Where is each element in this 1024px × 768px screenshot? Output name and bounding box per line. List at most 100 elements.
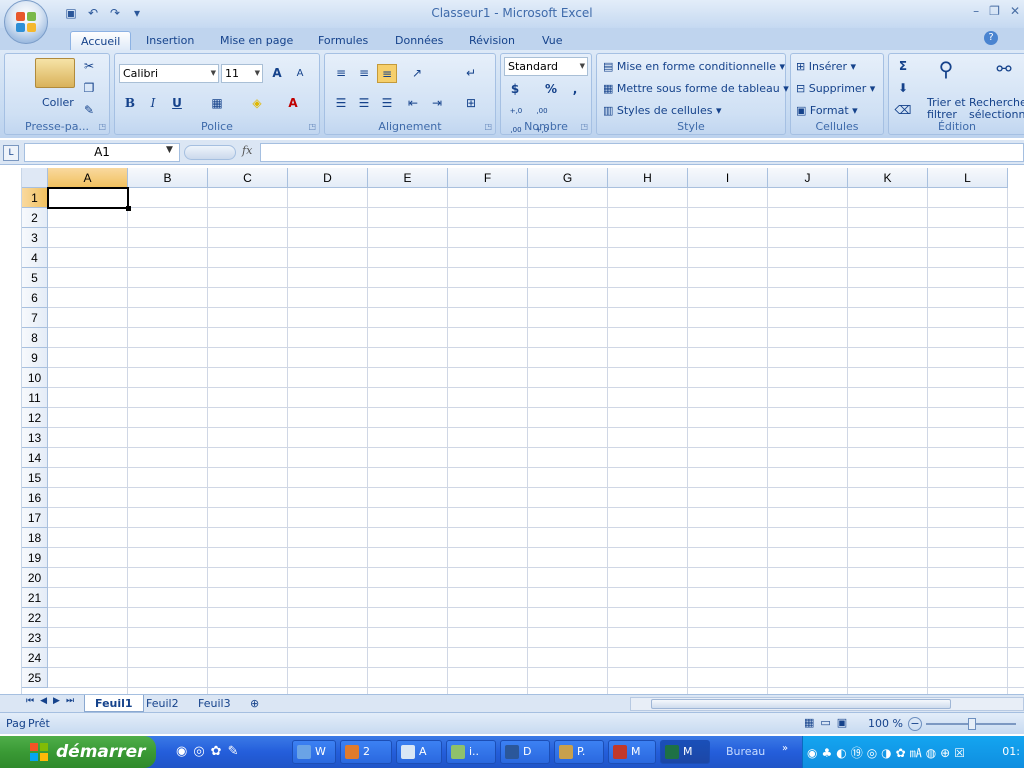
row-header-12[interactable]: 12 <box>22 408 48 428</box>
zoom-out-icon[interactable]: − <box>908 717 922 731</box>
undo-icon[interactable]: ↶ <box>84 4 102 22</box>
column-header-c[interactable]: C <box>208 168 288 188</box>
paste-icon[interactable] <box>35 58 75 88</box>
column-header-e[interactable]: E <box>368 168 448 188</box>
number-format-select[interactable]: Standard ▼ <box>504 57 588 76</box>
tab-insertion[interactable]: Insertion <box>136 31 204 50</box>
formula-expand-handle[interactable] <box>184 145 236 160</box>
align-bottom-icon[interactable]: ≡ <box>377 64 397 83</box>
row-header-6[interactable]: 6 <box>22 288 48 308</box>
row-header-10[interactable]: 10 <box>22 368 48 388</box>
tab-donnees[interactable]: Données <box>385 31 453 50</box>
taskbar-item-5[interactable]: D <box>500 740 550 764</box>
tab-accueil[interactable]: Accueil <box>70 31 132 50</box>
format-painter-icon[interactable]: ✎ <box>79 101 99 120</box>
shrink-font-button[interactable]: A <box>290 64 310 83</box>
start-button[interactable]: démarrer <box>0 736 156 768</box>
column-header-j[interactable]: J <box>768 168 848 188</box>
sheet-tab-feuil1[interactable]: Feuil1 <box>84 695 144 712</box>
formula-input[interactable] <box>260 143 1024 162</box>
cell-area[interactable] <box>48 188 1024 694</box>
row-header-14[interactable]: 14 <box>22 448 48 468</box>
autosum-button[interactable]: Σ <box>893 57 913 76</box>
font-name-select[interactable]: Calibri ▼ <box>119 64 219 83</box>
insert-function-button[interactable]: fx <box>242 144 252 157</box>
desktop-toolbar-label[interactable]: Bureau <box>726 745 765 758</box>
restore-icon[interactable]: ❐ <box>989 4 1000 18</box>
align-middle-icon[interactable]: ≡ <box>354 64 374 83</box>
column-header-b[interactable]: B <box>128 168 208 188</box>
row-header-23[interactable]: 23 <box>22 628 48 648</box>
taskbar-item-2[interactable]: 2 <box>340 740 392 764</box>
office-button[interactable] <box>4 0 48 44</box>
name-box[interactable]: A1 <box>24 143 180 162</box>
align-right-icon[interactable]: ☰ <box>377 94 397 113</box>
font-size-select[interactable]: 11 ▼ <box>221 64 263 83</box>
row-header-24[interactable]: 24 <box>22 648 48 668</box>
column-header-k[interactable]: K <box>848 168 928 188</box>
taskbar-item-3[interactable]: A <box>396 740 442 764</box>
taskbar-item-1[interactable]: W <box>292 740 336 764</box>
close-icon[interactable]: ✕ <box>1010 4 1020 18</box>
row-header-21[interactable]: 21 <box>22 588 48 608</box>
cell-styles-button[interactable]: ▥ Styles de cellules ▾ <box>603 104 721 117</box>
underline-button[interactable]: U <box>167 94 187 113</box>
tab-formules[interactable]: Formules <box>308 31 378 50</box>
grow-font-button[interactable]: A <box>267 64 287 83</box>
row-header-7[interactable]: 7 <box>22 308 48 328</box>
borders-icon[interactable]: ▦ <box>207 94 227 113</box>
column-header-i[interactable]: I <box>688 168 768 188</box>
increase-indent-icon[interactable]: ⇥ <box>427 94 447 113</box>
cut-icon[interactable]: ✂ <box>79 57 99 76</box>
align-center-icon[interactable]: ☰ <box>354 94 374 113</box>
launcher-icon[interactable]: ◳ <box>98 122 106 131</box>
quick-launch-icons[interactable]: ◉◎✿✎ <box>176 744 244 759</box>
wrap-text-icon[interactable]: ↵ <box>461 64 481 83</box>
minimize-icon[interactable]: – <box>973 4 979 18</box>
tray-icons[interactable]: ◉♣◐⑲◎◑✿㎃◍⊕☒ <box>807 744 969 761</box>
copy-icon[interactable]: ❐ <box>79 79 99 98</box>
align-left-icon[interactable]: ☰ <box>331 94 351 113</box>
sheet-tab-feuil3[interactable]: Feuil3 <box>188 695 241 712</box>
taskbar-item-7[interactable]: M <box>608 740 656 764</box>
format-cells-button[interactable]: ▣ Format ▾ <box>796 104 858 117</box>
row-header-22[interactable]: 22 <box>22 608 48 628</box>
sheet-nav-arrows-icon[interactable]: ⏮◀▶⏭ <box>26 696 80 706</box>
row-header-4[interactable]: 4 <box>22 248 48 268</box>
comma-button[interactable]: , <box>565 80 585 99</box>
percent-button[interactable]: % <box>541 80 561 99</box>
row-header-13[interactable]: 13 <box>22 428 48 448</box>
column-header-d[interactable]: D <box>288 168 368 188</box>
format-as-table-button[interactable]: ▦ Mettre sous forme de tableau ▾ <box>603 82 789 95</box>
font-color-icon[interactable]: A <box>283 94 303 113</box>
tab-revision[interactable]: Révision <box>459 31 525 50</box>
column-header-h[interactable]: H <box>608 168 688 188</box>
column-header-a[interactable]: A <box>48 168 128 188</box>
increase-decimal-button[interactable]: +,0 ,00 <box>505 102 527 134</box>
launcher-icon[interactable]: ◳ <box>484 122 492 131</box>
fill-icon[interactable]: ⬇ <box>893 79 913 98</box>
row-header-5[interactable]: 5 <box>22 268 48 288</box>
row-header-18[interactable]: 18 <box>22 528 48 548</box>
delete-cells-button[interactable]: ⊟ Supprimer ▾ <box>796 82 875 95</box>
insert-sheet-icon[interactable]: ⊕ <box>240 695 269 712</box>
launcher-icon[interactable]: ◳ <box>308 122 316 131</box>
chevron-right-icon[interactable]: » <box>782 743 788 754</box>
column-header-g[interactable]: G <box>528 168 608 188</box>
clear-icon[interactable]: ⌫ <box>893 101 913 120</box>
conditional-format-button[interactable]: ▤ Mise en forme conditionnelle ▾ <box>603 60 785 73</box>
redo-icon[interactable]: ↷ <box>106 4 124 22</box>
chevron-down-icon[interactable]: ▼ <box>166 145 173 155</box>
row-header-11[interactable]: 11 <box>22 388 48 408</box>
zoom-slider-thumb[interactable] <box>968 718 976 730</box>
binoculars-icon[interactable]: ⚯ <box>989 60 1019 88</box>
row-header-25[interactable]: 25 <box>22 668 48 688</box>
tab-mise-en-page[interactable]: Mise en page <box>210 31 303 50</box>
row-header-1[interactable]: 1 <box>22 188 48 208</box>
fill-color-icon[interactable]: ◈ <box>247 94 267 113</box>
currency-button[interactable]: $ <box>505 80 525 99</box>
row-header-2[interactable]: 2 <box>22 208 48 228</box>
taskbar-item-excel[interactable]: M <box>660 740 710 764</box>
orientation-icon[interactable]: ↗ <box>407 64 427 83</box>
decrease-indent-icon[interactable]: ⇤ <box>403 94 423 113</box>
